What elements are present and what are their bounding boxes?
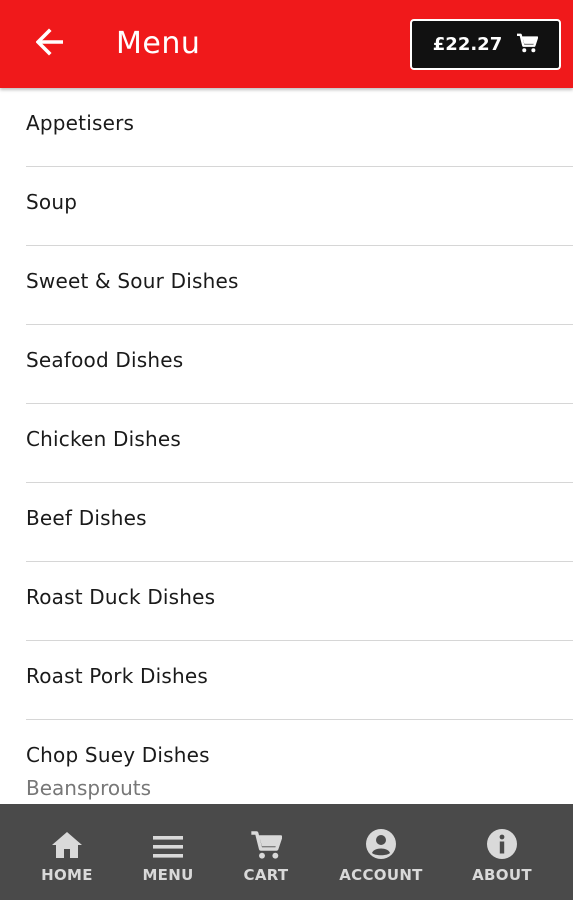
category-item-chop-suey[interactable]: Chop Suey Dishes Beansprouts [26, 720, 573, 800]
nav-home[interactable]: HOME [37, 804, 97, 900]
category-list[interactable]: Appetisers Soup Sweet & Sour Dishes Seaf… [0, 88, 573, 804]
nav-label: MENU [142, 866, 194, 884]
category-subtitle: Beansprouts [26, 776, 152, 800]
cart-total: £22.27 [432, 34, 503, 55]
category-label: Soup [26, 190, 78, 214]
category-item-appetisers[interactable]: Appetisers [26, 88, 573, 167]
cart-total-button[interactable]: £22.27 [410, 19, 561, 70]
arrow-left-icon [35, 28, 66, 60]
category-label: Chicken Dishes [26, 427, 181, 451]
category-label: Beef Dishes [26, 506, 147, 530]
account-icon [365, 804, 397, 862]
back-button[interactable] [30, 24, 72, 64]
category-label: Chop Suey Dishes [26, 743, 210, 767]
category-label: Roast Duck Dishes [26, 585, 216, 609]
nav-account[interactable]: ACCOUNT [336, 804, 426, 900]
category-item-seafood[interactable]: Seafood Dishes [26, 325, 573, 404]
category-item-soup[interactable]: Soup [26, 167, 573, 246]
nav-label: HOME [41, 866, 93, 884]
nav-label: CART [243, 866, 289, 884]
category-label: Appetisers [26, 111, 135, 135]
bottom-navigation: HOME MENU CART ACCOUNT ABOUT [0, 804, 573, 900]
category-item-sweet-sour[interactable]: Sweet & Sour Dishes [26, 246, 573, 325]
nav-menu[interactable]: MENU [138, 804, 198, 900]
cart-icon [250, 804, 282, 862]
info-icon [486, 804, 518, 862]
category-item-chicken[interactable]: Chicken Dishes [26, 404, 573, 483]
nav-label: ABOUT [472, 866, 532, 884]
category-item-roast-pork[interactable]: Roast Pork Dishes [26, 641, 573, 720]
category-item-beef[interactable]: Beef Dishes [26, 483, 573, 562]
category-item-roast-duck[interactable]: Roast Duck Dishes [26, 562, 573, 641]
menu-icon [152, 804, 184, 862]
app-bar: Menu £22.27 [0, 0, 573, 88]
nav-cart[interactable]: CART [236, 804, 296, 900]
category-label: Seafood Dishes [26, 348, 184, 372]
page-title: Menu [116, 26, 201, 61]
nav-label: ACCOUNT [339, 866, 423, 884]
shopping-cart-icon [516, 33, 539, 57]
category-label: Roast Pork Dishes [26, 664, 209, 688]
nav-about[interactable]: ABOUT [469, 804, 535, 900]
category-label: Sweet & Sour Dishes [26, 269, 239, 293]
home-icon [51, 804, 83, 862]
